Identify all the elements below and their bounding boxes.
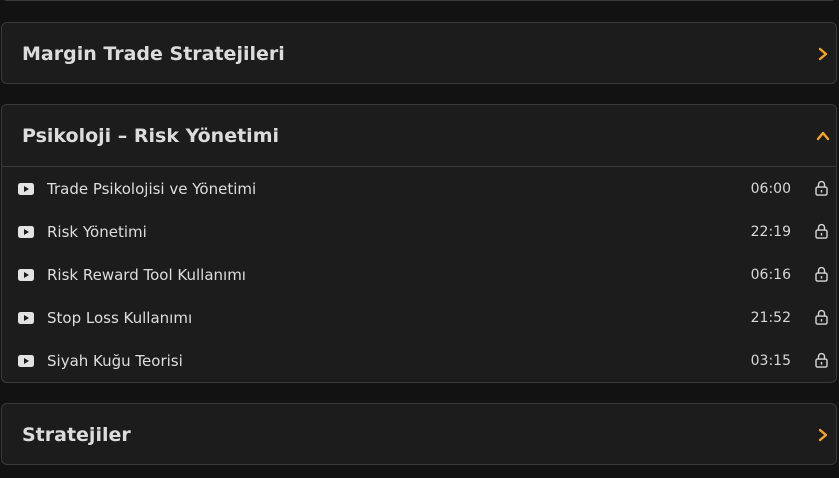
lesson-title: Risk Reward Tool Kullanımı (47, 265, 246, 284)
section-title: Margin Trade Stratejileri (22, 42, 285, 65)
lesson-title: Stop Loss Kullanımı (47, 308, 193, 327)
previous-section-card (1, 0, 837, 1)
lesson-duration: 06:00 (750, 180, 791, 197)
play-icon (18, 225, 34, 238)
lock-icon (815, 352, 828, 368)
section-stratejiler[interactable]: Stratejiler (1, 403, 837, 465)
lesson-item[interactable]: Risk Reward Tool Kullanımı 06:16 (2, 253, 836, 296)
lesson-duration: 21:52 (750, 309, 791, 326)
lesson-item[interactable]: Stop Loss Kullanımı 21:52 (2, 296, 836, 339)
section-psikoloji: Psikoloji – Risk Yönetimi Trade Psikoloj… (1, 104, 837, 383)
section-margin-trade[interactable]: Margin Trade Stratejileri (1, 22, 837, 84)
lock-icon (815, 266, 828, 282)
section-header[interactable]: Psikoloji – Risk Yönetimi (2, 105, 836, 166)
lesson-title: Trade Psikolojisi ve Yönetimi (47, 179, 257, 198)
section-header[interactable]: Margin Trade Stratejileri (2, 23, 836, 84)
lock-icon (815, 180, 828, 196)
section-title: Psikoloji – Risk Yönetimi (22, 124, 280, 147)
chevron-up-icon[interactable] (816, 129, 830, 143)
lock-icon (815, 223, 828, 239)
lesson-item[interactable]: Risk Yönetimi 22:19 (2, 210, 836, 253)
section-title: Stratejiler (22, 423, 131, 446)
lesson-duration: 03:15 (750, 352, 791, 369)
play-icon (18, 311, 34, 324)
play-icon (18, 354, 34, 367)
play-icon (18, 268, 34, 281)
lesson-item[interactable]: Trade Psikolojisi ve Yönetimi 06:00 (2, 167, 836, 210)
lesson-item[interactable]: Siyah Kuğu Teorisi 03:15 (2, 339, 836, 382)
chevron-right-icon[interactable] (816, 47, 830, 61)
lesson-title: Risk Yönetimi (47, 222, 147, 241)
lock-icon (815, 309, 828, 325)
lesson-list: Trade Psikolojisi ve Yönetimi 06:00 Risk… (2, 167, 836, 382)
lesson-duration: 06:16 (750, 266, 791, 283)
section-header[interactable]: Stratejiler (2, 404, 836, 465)
lesson-duration: 22:19 (750, 223, 791, 240)
chevron-right-icon[interactable] (816, 428, 830, 442)
play-icon (18, 182, 34, 195)
lesson-title: Siyah Kuğu Teorisi (47, 351, 183, 370)
